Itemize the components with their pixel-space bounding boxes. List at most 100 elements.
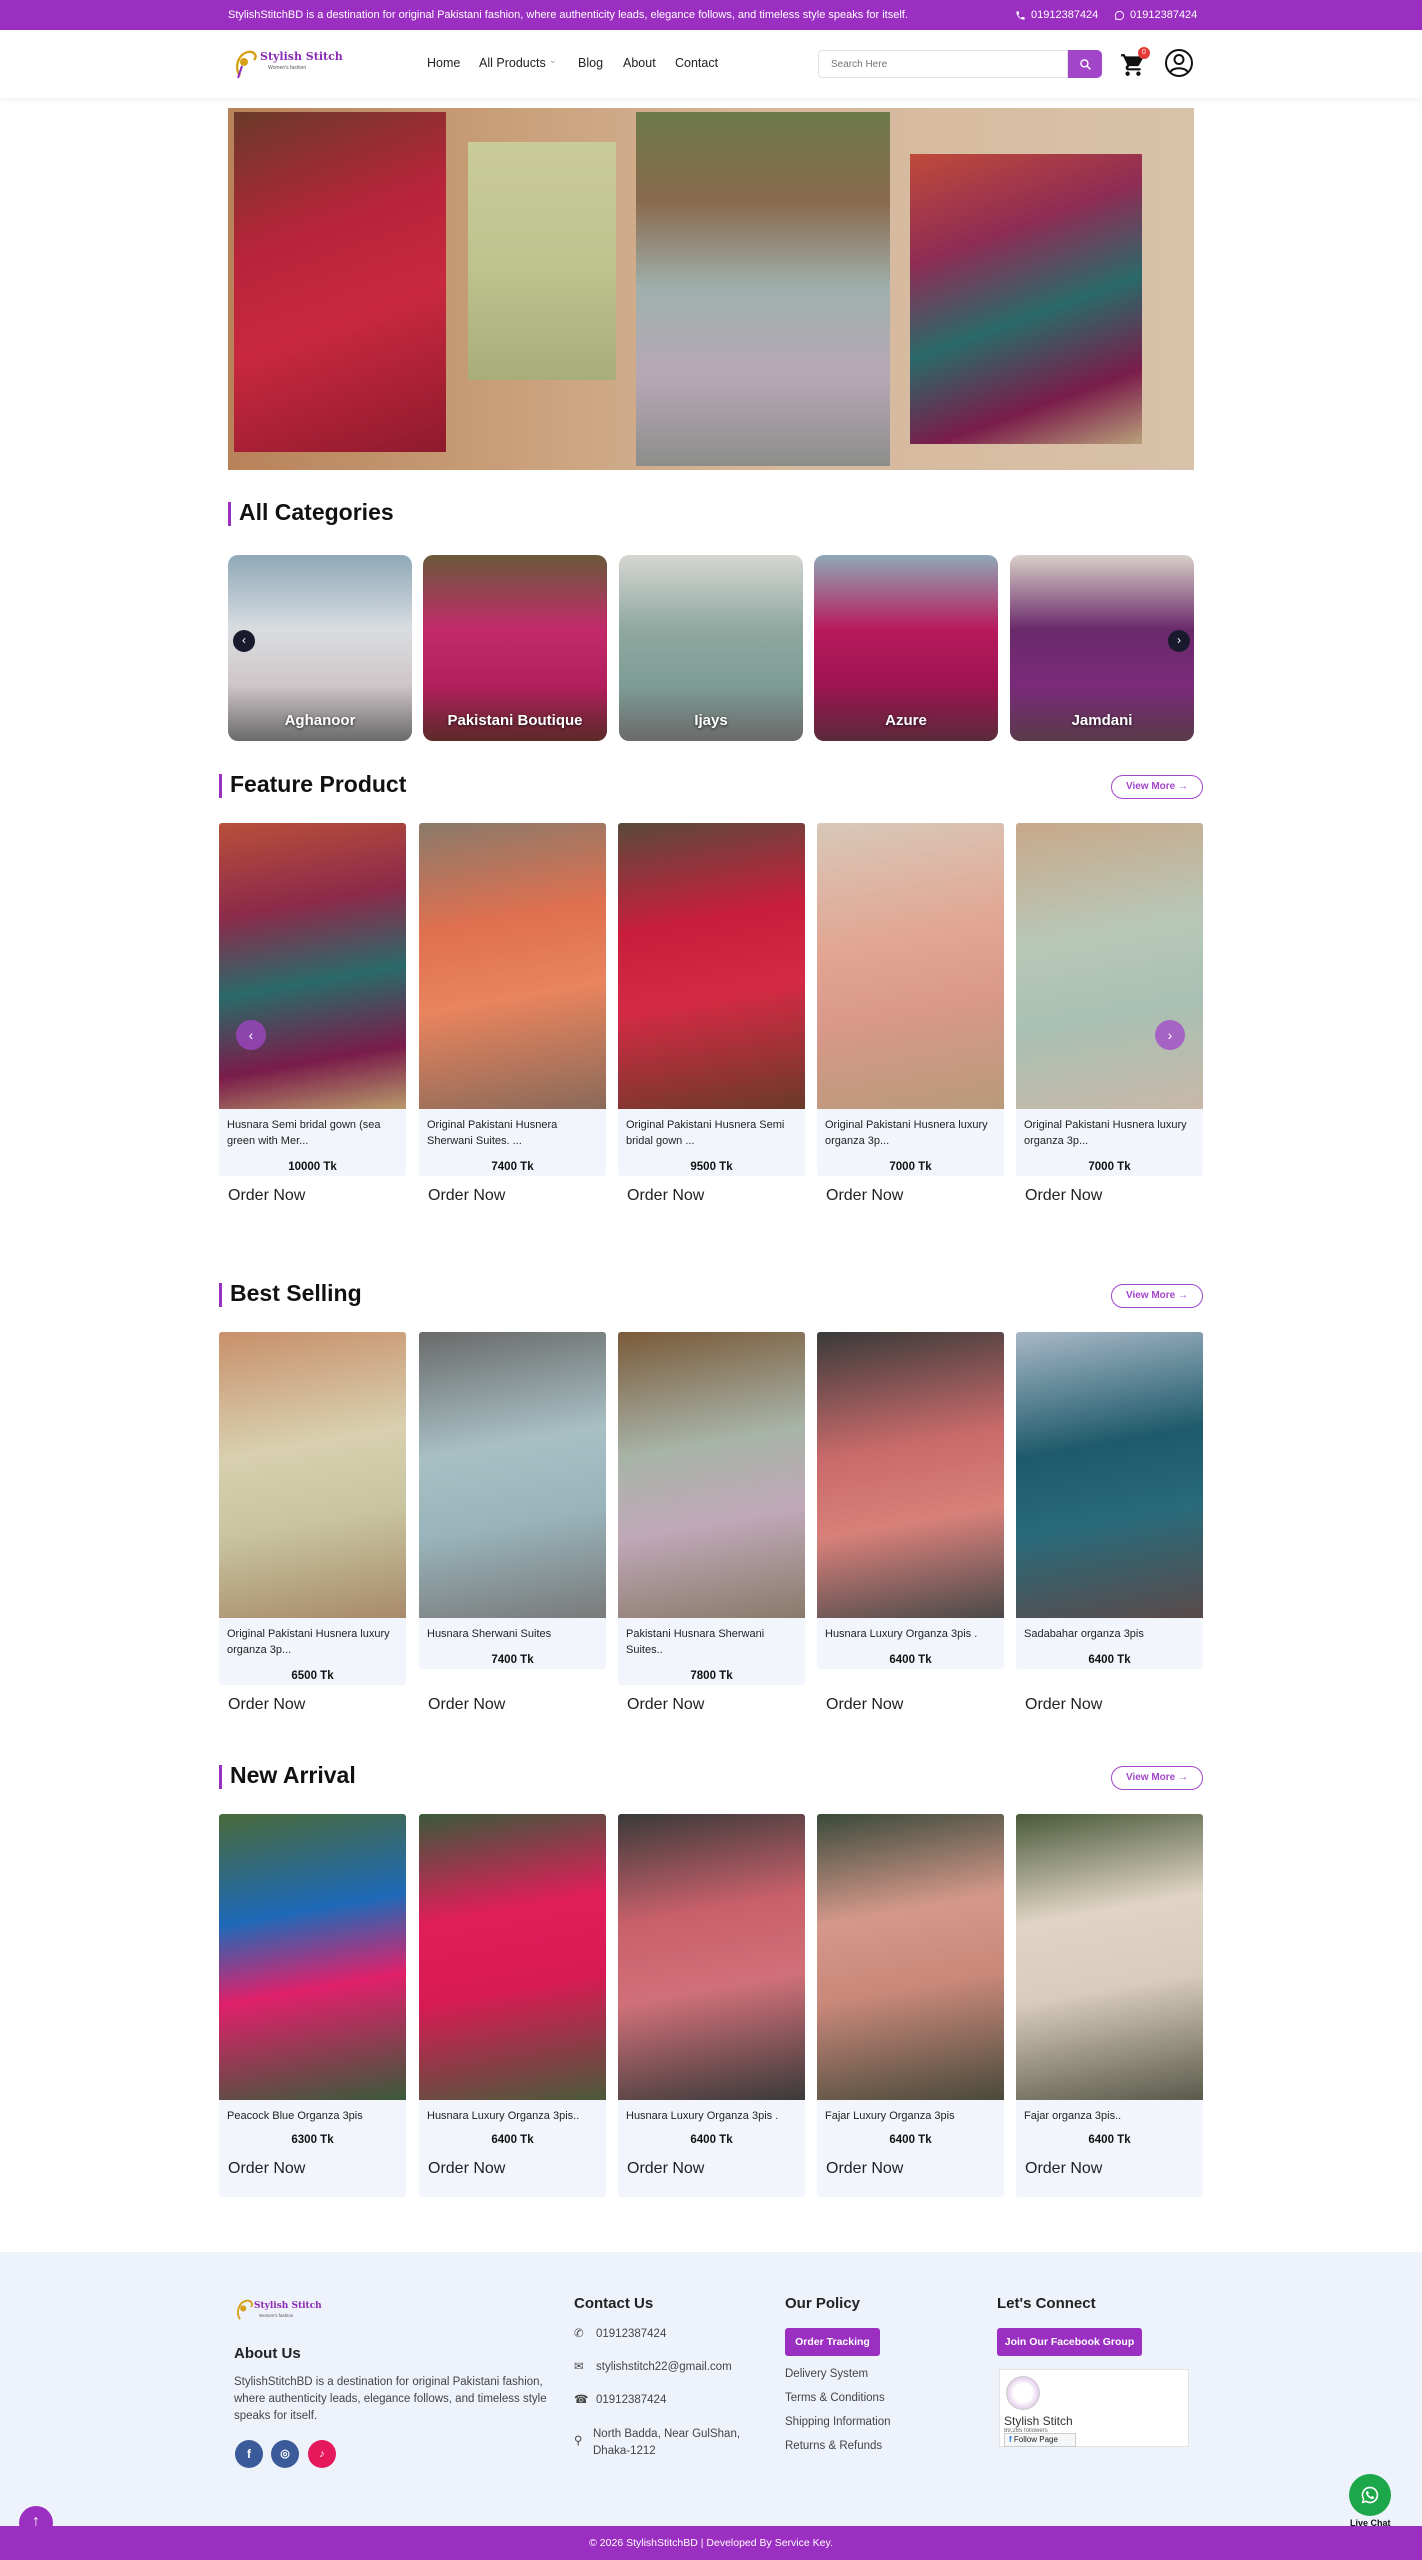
product-image[interactable] [1016, 1814, 1203, 2100]
best-view-more-button[interactable]: View More → [1111, 1284, 1203, 1308]
facebook-icon[interactable]: f [235, 2440, 263, 2468]
tiktok-icon[interactable]: ♪ [308, 2440, 336, 2468]
category-card-azure[interactable]: Azure [814, 555, 998, 741]
order-now-button[interactable]: Order Now [627, 1187, 796, 1205]
product-title[interactable]: Husnara Sherwani Suites [427, 1626, 599, 1642]
feature-prev-arrow[interactable]: ‹ [236, 1020, 266, 1050]
product-title[interactable]: Pakistani Husnara Sherwani Suites.. [626, 1626, 798, 1658]
product-title[interactable]: Husnara Luxury Organza 3pis . [626, 2108, 798, 2124]
order-now-button[interactable]: Order Now [228, 2160, 305, 2178]
policy-link-terms[interactable]: Terms & Conditions [785, 2390, 885, 2407]
topbar-phone[interactable]: 01912387424 [1015, 9, 1098, 21]
product-image[interactable] [618, 823, 805, 1109]
order-now-button[interactable]: Order Now [627, 1696, 704, 1714]
product-card[interactable]: Husnara Sherwani Suites 7400 Tk [419, 1332, 606, 1669]
product-image[interactable] [419, 823, 606, 1109]
product-title[interactable]: Original Pakistani Husnera luxury organz… [227, 1626, 399, 1658]
feature-view-more-button[interactable]: View More → [1111, 775, 1203, 799]
product-image[interactable] [618, 1332, 805, 1618]
product-card[interactable]: Husnara Luxury Organza 3pis.. 6400 Tk [419, 1814, 606, 2197]
product-card[interactable]: Original Pakistani Husnera luxury organz… [1016, 823, 1203, 1176]
product-card[interactable]: Husnara Luxury Organza 3pis . 6400 Tk [618, 1814, 805, 2197]
product-card[interactable]: Fajar Luxury Organza 3pis 6400 Tk [817, 1814, 1004, 2197]
order-now-button[interactable]: Order Now [228, 1696, 305, 1714]
product-card[interactable]: Husnara Semi bridal gown (sea green with… [219, 823, 406, 1176]
policy-link-returns[interactable]: Returns & Refunds [785, 2438, 882, 2455]
search-button[interactable] [1068, 50, 1102, 78]
nav-contact[interactable]: Contact [675, 56, 718, 70]
product-title[interactable]: Husnara Semi bridal gown (sea green with… [227, 1117, 399, 1149]
user-account-icon[interactable] [1164, 48, 1194, 78]
category-prev-arrow[interactable]: ‹ [233, 630, 255, 652]
category-card-pakistani-boutique[interactable]: Pakistani Boutique [423, 555, 607, 741]
footer-email[interactable]: stylishstitch22@gmail.com [596, 2359, 732, 2376]
nav-all-products[interactable]: All Products [479, 56, 546, 70]
product-image[interactable] [817, 1332, 1004, 1618]
category-card-aghanoor[interactable]: Aghanoor [228, 555, 412, 741]
order-now-button[interactable]: Order Now [228, 1187, 397, 1205]
order-now-button[interactable]: Order Now [1025, 1187, 1194, 1205]
product-image[interactable] [618, 1814, 805, 2100]
footer-whatsapp[interactable]: 01912387424 [596, 2326, 666, 2343]
order-now-button[interactable]: Order Now [428, 1696, 505, 1714]
product-card[interactable]: Peacock Blue Organza 3pis 6300 Tk [219, 1814, 406, 2197]
order-now-button[interactable]: Order Now [1025, 2160, 1102, 2178]
product-title[interactable]: Fajar Luxury Organza 3pis [825, 2108, 997, 2124]
product-image[interactable] [817, 823, 1004, 1109]
hero-banner[interactable] [228, 108, 1194, 470]
product-card[interactable]: Original Pakistani Husnera Sherwani Suit… [419, 823, 606, 1176]
category-card-jamdani[interactable]: Jamdani [1010, 555, 1194, 741]
product-title[interactable]: Fajar organza 3pis.. [1024, 2108, 1196, 2124]
product-card[interactable]: Original Pakistani Husnera luxury organz… [817, 823, 1004, 1176]
product-title[interactable]: Original Pakistani Husnera luxury organz… [825, 1117, 997, 1149]
order-now-button[interactable]: Order Now [428, 1187, 597, 1205]
nav-about[interactable]: About [623, 56, 656, 70]
product-title[interactable]: Original Pakistani Husnera Sherwani Suit… [427, 1117, 599, 1149]
site-logo[interactable]: Stylish Stitch Women's fashion [232, 44, 343, 84]
product-title[interactable]: Husnara Luxury Organza 3pis . [825, 1626, 997, 1642]
nav-home[interactable]: Home [427, 56, 460, 70]
nav-blog[interactable]: Blog [578, 56, 603, 70]
product-card[interactable]: Pakistani Husnara Sherwani Suites.. 7800… [618, 1332, 805, 1685]
product-image[interactable] [219, 1814, 406, 2100]
product-title[interactable]: Original Pakistani Husnera Semi bridal g… [626, 1117, 798, 1149]
arrival-view-more-button[interactable]: View More → [1111, 1766, 1203, 1790]
feature-next-arrow[interactable]: › [1155, 1020, 1185, 1050]
product-image[interactable] [419, 1332, 606, 1618]
order-now-button[interactable]: Order Now [826, 1187, 995, 1205]
product-card[interactable]: Husnara Luxury Organza 3pis . 6400 Tk [817, 1332, 1004, 1669]
order-now-button[interactable]: Order Now [826, 2160, 903, 2178]
product-card[interactable]: Original Pakistani Husnera luxury organz… [219, 1332, 406, 1685]
order-now-button[interactable]: Order Now [1025, 1696, 1102, 1714]
product-card[interactable]: Fajar organza 3pis.. 6400 Tk [1016, 1814, 1203, 2197]
product-card[interactable]: Sadabahar organza 3pis 6400 Tk [1016, 1332, 1203, 1669]
join-facebook-group-button[interactable]: Join Our Facebook Group [997, 2328, 1142, 2356]
topbar-whatsapp[interactable]: 01912387424 [1114, 9, 1197, 21]
product-title[interactable]: Husnara Luxury Organza 3pis.. [427, 2108, 599, 2124]
policy-link-shipping[interactable]: Shipping Information [785, 2414, 890, 2431]
product-image[interactable] [1016, 823, 1203, 1109]
product-title[interactable]: Peacock Blue Organza 3pis [227, 2108, 399, 2124]
instagram-icon[interactable]: ◎ [271, 2440, 299, 2468]
product-image[interactable] [1016, 1332, 1203, 1618]
footer-phone[interactable]: 01912387424 [596, 2392, 666, 2409]
fb-follow-page-button[interactable]: f Follow Page [1004, 2433, 1076, 2447]
product-image[interactable] [817, 1814, 1004, 2100]
live-chat-button[interactable] [1349, 2474, 1391, 2516]
policy-link-delivery[interactable]: Delivery System [785, 2366, 868, 2383]
product-title[interactable]: Original Pakistani Husnera luxury organz… [1024, 1117, 1196, 1149]
order-now-button[interactable]: Order Now [627, 2160, 704, 2178]
product-image[interactable] [219, 823, 406, 1109]
product-image[interactable] [419, 1814, 606, 2100]
product-title[interactable]: Sadabahar organza 3pis [1024, 1626, 1196, 1642]
product-card[interactable]: Original Pakistani Husnera Semi bridal g… [618, 823, 805, 1176]
facebook-page-widget[interactable]: Stylish Stitch 89,265 followers f Follow… [999, 2369, 1189, 2447]
product-image[interactable] [219, 1332, 406, 1618]
search-input[interactable] [819, 51, 1067, 77]
order-tracking-button[interactable]: Order Tracking [785, 2328, 880, 2356]
order-now-button[interactable]: Order Now [428, 2160, 505, 2178]
footer-logo[interactable]: Stylish Stitch Women's fashion [234, 2296, 322, 2328]
order-now-button[interactable]: Order Now [826, 1696, 903, 1714]
category-card-ijays[interactable]: Ijays [619, 555, 803, 741]
category-next-arrow[interactable]: › [1168, 630, 1190, 652]
